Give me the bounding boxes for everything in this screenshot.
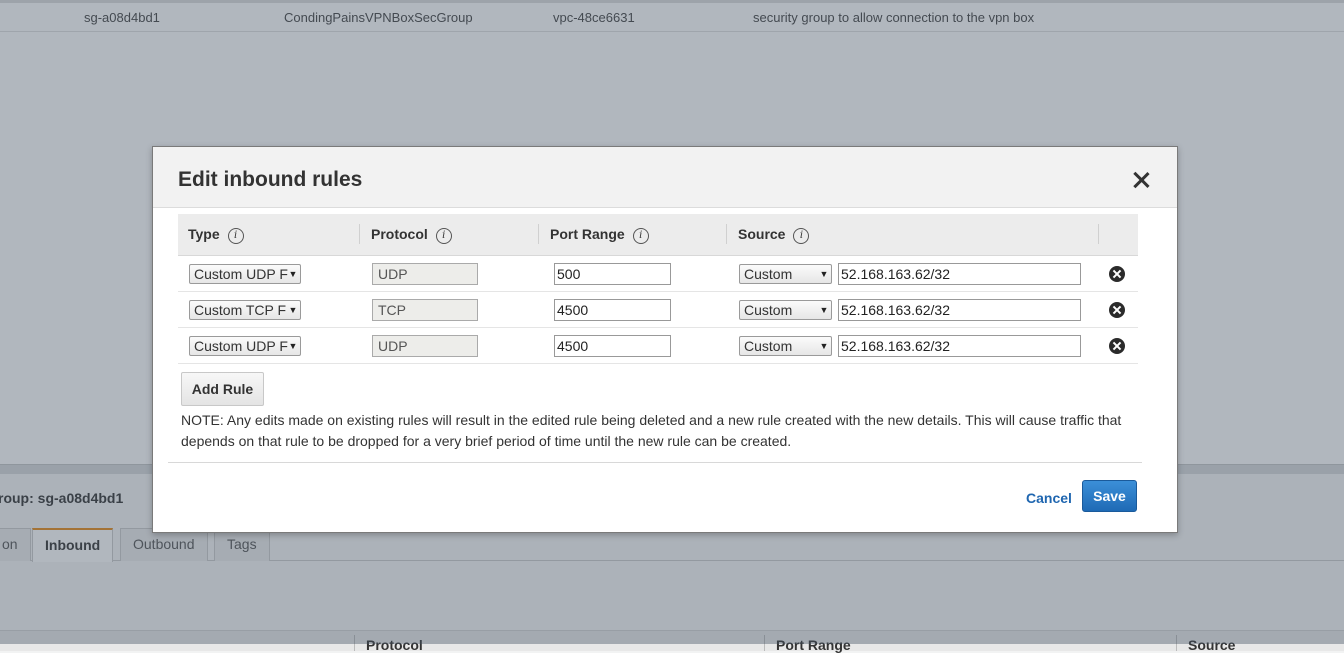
rule-source-type-value: Custom — [744, 302, 793, 318]
chevron-down-icon: ▼ — [819, 301, 829, 319]
rule-port-range-input[interactable]: 4500 — [554, 299, 671, 321]
column-separator — [538, 224, 539, 244]
rule-source-type-select[interactable]: Custom ▼ — [739, 336, 832, 356]
rule-source-type-select[interactable]: Custom ▼ — [739, 300, 832, 320]
rule-port-range-input[interactable]: 500 — [554, 263, 671, 285]
add-rule-button[interactable]: Add Rule — [181, 372, 264, 406]
rule-type-value: Custom UDP F — [194, 266, 288, 282]
info-icon[interactable]: i — [435, 228, 452, 244]
info-icon[interactable]: i — [632, 228, 649, 244]
close-icon[interactable] — [1130, 169, 1152, 191]
header-port-range: Port Range i — [550, 226, 649, 244]
rule-row: Custom UDP F ▼ UDP 4500 Custom ▼ 52.168.16… — [178, 328, 1138, 364]
rule-row: Custom TCP F ▼ TCP 4500 Custom ▼ 52.168.16… — [178, 292, 1138, 328]
header-type: Type i — [188, 226, 244, 244]
column-separator — [726, 224, 727, 244]
dialog-title: Edit inbound rules — [178, 168, 363, 191]
header-source: Source i — [738, 226, 810, 244]
header-type-label: Type — [188, 226, 220, 242]
rule-source-input[interactable]: 52.168.163.62/32 — [838, 299, 1081, 321]
header-port-range-label: Port Range — [550, 226, 625, 242]
rule-protocol-field: TCP — [372, 299, 478, 321]
chevron-down-icon: ▼ — [819, 337, 829, 355]
rule-source-type-select[interactable]: Custom ▼ — [739, 264, 832, 284]
footer-divider — [168, 462, 1142, 463]
remove-rule-icon[interactable] — [1109, 302, 1125, 318]
info-icon[interactable]: i — [227, 228, 244, 244]
chevron-down-icon: ▼ — [288, 337, 298, 355]
rule-type-select[interactable]: Custom TCP F ▼ — [189, 300, 301, 320]
chevron-down-icon: ▼ — [819, 265, 829, 283]
rule-port-range-input[interactable]: 4500 — [554, 335, 671, 357]
rule-source-input[interactable]: 52.168.163.62/32 — [838, 263, 1081, 285]
remove-rule-icon[interactable] — [1109, 338, 1125, 354]
rule-protocol-field: UDP — [372, 335, 478, 357]
info-icon[interactable]: i — [793, 228, 810, 244]
header-protocol: Protocol i — [371, 226, 452, 244]
header-protocol-label: Protocol — [371, 226, 428, 242]
rule-type-select[interactable]: Custom UDP F ▼ — [189, 264, 301, 284]
chevron-down-icon: ▼ — [288, 301, 298, 319]
cancel-button[interactable]: Cancel — [1026, 490, 1072, 506]
chevron-down-icon: ▼ — [288, 265, 298, 283]
edit-warning-note: NOTE: Any edits made on existing rules w… — [181, 412, 1122, 449]
column-separator — [359, 224, 360, 244]
rule-type-value: Custom TCP F — [194, 302, 287, 318]
rules-table: Type i Protocol i Port Range i Source i Cust… — [178, 214, 1138, 364]
header-source-label: Source — [738, 226, 786, 242]
rule-protocol-field: UDP — [372, 263, 478, 285]
rule-source-input[interactable]: 52.168.163.62/32 — [838, 335, 1081, 357]
rules-table-header: Type i Protocol i Port Range i Source i — [178, 214, 1138, 256]
rule-type-value: Custom UDP F — [194, 338, 288, 354]
rule-type-select[interactable]: Custom UDP F ▼ — [189, 336, 301, 356]
remove-rule-icon[interactable] — [1109, 266, 1125, 282]
rule-source-type-value: Custom — [744, 266, 793, 282]
edit-inbound-rules-dialog: Edit inbound rules Type i Protocol i Port … — [152, 146, 1178, 533]
rule-source-type-value: Custom — [744, 338, 793, 354]
rule-row: Custom UDP F ▼ UDP 500 Custom ▼ 52.168.163… — [178, 256, 1138, 292]
save-button[interactable]: Save — [1082, 480, 1137, 512]
dialog-header: Edit inbound rules — [153, 147, 1177, 208]
column-separator — [1098, 224, 1099, 244]
